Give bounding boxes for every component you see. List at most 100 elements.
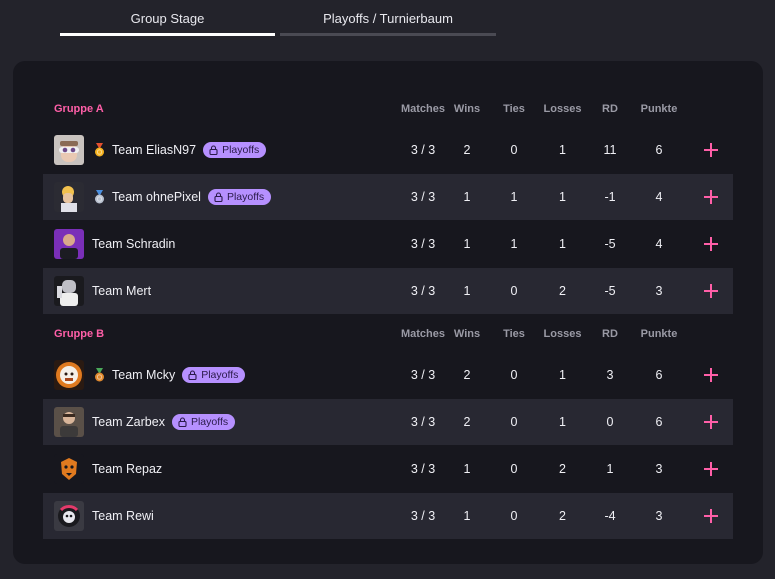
column-header-wins: Wins: [453, 103, 481, 115]
rd-value: -5: [604, 237, 616, 251]
team-name: Team Repaz: [92, 462, 163, 476]
losses-value: 1: [559, 368, 566, 382]
team-row: Team Mert 3 / 3 1 0 2 -5 3: [43, 268, 733, 314]
team-name: Team Rewi: [92, 509, 154, 523]
rd-value: 0: [606, 415, 614, 429]
playoffs-badge: Playoffs: [203, 142, 267, 158]
team-name: Team EliasN97: [112, 143, 197, 157]
tab-underline: [280, 33, 496, 36]
team-name: Team Mert: [92, 284, 152, 298]
team-avatar: [54, 454, 84, 484]
rd-value: -5: [604, 284, 616, 298]
column-header-wins: Wins: [453, 328, 481, 340]
team-avatar: [54, 182, 84, 212]
team-avatar: [54, 229, 84, 259]
ties-value: 1: [510, 190, 518, 204]
losses-value: 1: [559, 415, 566, 429]
wins-value: 2: [463, 143, 471, 157]
team-name-cell: Team Zarbex Playoffs: [92, 399, 236, 445]
wins-value: 2: [463, 415, 471, 429]
losses-value: 2: [559, 509, 566, 523]
losses-value: 1: [559, 190, 566, 204]
plus-icon[interactable]: [701, 412, 721, 432]
plus-icon[interactable]: [701, 140, 721, 160]
plus-icon[interactable]: [701, 365, 721, 385]
group-header: Gruppe B Matches Wins Ties Losses RD Punkte: [43, 312, 733, 352]
group-name: Gruppe A: [54, 103, 104, 115]
team-name-cell: Team EliasN97 Playoffs: [93, 127, 267, 173]
column-header-losses: Losses: [543, 328, 582, 340]
tab-active-underline: [60, 33, 275, 36]
playoffs-badge: Playoffs: [171, 414, 236, 430]
ties-value: 0: [510, 143, 518, 157]
lock-icon: [178, 417, 191, 427]
points-value: 6: [655, 415, 663, 429]
gold-medal-icon: [93, 143, 106, 157]
losses-value: 1: [559, 143, 566, 157]
losses-value: 2: [559, 284, 566, 298]
column-header-ties: Ties: [503, 328, 525, 340]
lock-icon: [188, 370, 201, 380]
group-name: Gruppe B: [54, 328, 105, 340]
ties-value: 0: [510, 284, 518, 298]
team-row: Team Rewi 3 / 3 1 0 2 -4 3: [43, 493, 733, 539]
team-row: Team Mcky Playoffs 3 / 320136: [43, 352, 733, 398]
ties-value: 0: [510, 415, 518, 429]
wins-value: 1: [463, 462, 471, 476]
team-name-cell: Team Rewi: [92, 493, 154, 539]
points-value: 3: [655, 462, 663, 476]
playoffs-badge: Playoffs: [182, 367, 246, 383]
playoffs-badge: Playoffs: [207, 189, 272, 205]
team-avatar: [54, 407, 84, 437]
team-row: Team Zarbex Playoffs 3 / 320106: [43, 399, 733, 445]
standings-panel: Gruppe A Matches Wins Ties Losses RD Punkte Tea…: [13, 61, 763, 564]
points-value: 6: [655, 143, 663, 157]
team-avatar: [54, 135, 84, 165]
ties-value: 0: [510, 462, 518, 476]
group-a: Gruppe A Matches Wins Ties Losses RD Punkte Tea…: [43, 87, 733, 315]
team-name: Team ohnePixel: [112, 190, 201, 204]
team-avatar: [54, 276, 84, 306]
plus-icon[interactable]: [701, 187, 721, 207]
team-name: Team Schradin: [92, 237, 176, 251]
column-header-rd: RD: [602, 328, 618, 340]
rd-value: -1: [604, 190, 616, 204]
team-name-cell: Team Mert: [92, 268, 151, 314]
wins-value: 1: [463, 284, 471, 298]
column-header-points: Punkte: [640, 328, 678, 340]
tab-group-stage[interactable]: Group Stage: [60, 0, 275, 36]
tab-playoffs[interactable]: Playoffs / Turnierbaum: [280, 0, 496, 36]
team-row: Team Repaz 3 / 310213: [43, 446, 733, 492]
losses-value: 2: [559, 462, 566, 476]
playoffs-badge-label: Playoffs: [190, 416, 229, 428]
team-name: Team Mcky: [112, 368, 176, 382]
wins-value: 1: [463, 509, 471, 523]
rd-value: -4: [604, 509, 616, 523]
plus-icon[interactable]: [701, 459, 721, 479]
bronze-medal-icon: [93, 368, 106, 382]
tab-playoffs-label: Playoffs / Turnierbaum: [323, 10, 453, 26]
team-name-cell: Team Mcky Playoffs: [93, 352, 246, 398]
plus-icon[interactable]: [701, 234, 721, 254]
lock-icon: [209, 145, 222, 155]
points-value: 4: [655, 237, 663, 251]
ties-value: 1: [510, 237, 518, 251]
team-avatar: [54, 360, 84, 390]
wins-value: 1: [463, 237, 471, 251]
team-row: Team ohnePixel Playoffs 3 / 3 1 1 1 -1 4: [43, 174, 733, 220]
silver-medal-icon: [93, 190, 106, 204]
team-row: Team Schradin 3 / 3 1 1 1 -5 4: [43, 221, 733, 267]
playoffs-badge-label: Playoffs: [201, 369, 239, 381]
team-name-cell: Team ohnePixel Playoffs: [93, 174, 272, 220]
lock-icon: [214, 192, 227, 202]
wins-value: 2: [463, 368, 471, 382]
playoffs-badge-label: Playoffs: [222, 144, 260, 156]
rd-value: 3: [606, 368, 614, 382]
wins-value: 1: [463, 190, 471, 204]
plus-icon[interactable]: [701, 281, 721, 301]
points-value: 4: [655, 190, 663, 204]
points-value: 3: [655, 509, 663, 523]
tab-group-stage-label: Group Stage: [130, 10, 205, 26]
group-b: Gruppe B Matches Wins Ties Losses RD Punkte Tea…: [43, 312, 733, 540]
plus-icon[interactable]: [701, 506, 721, 526]
